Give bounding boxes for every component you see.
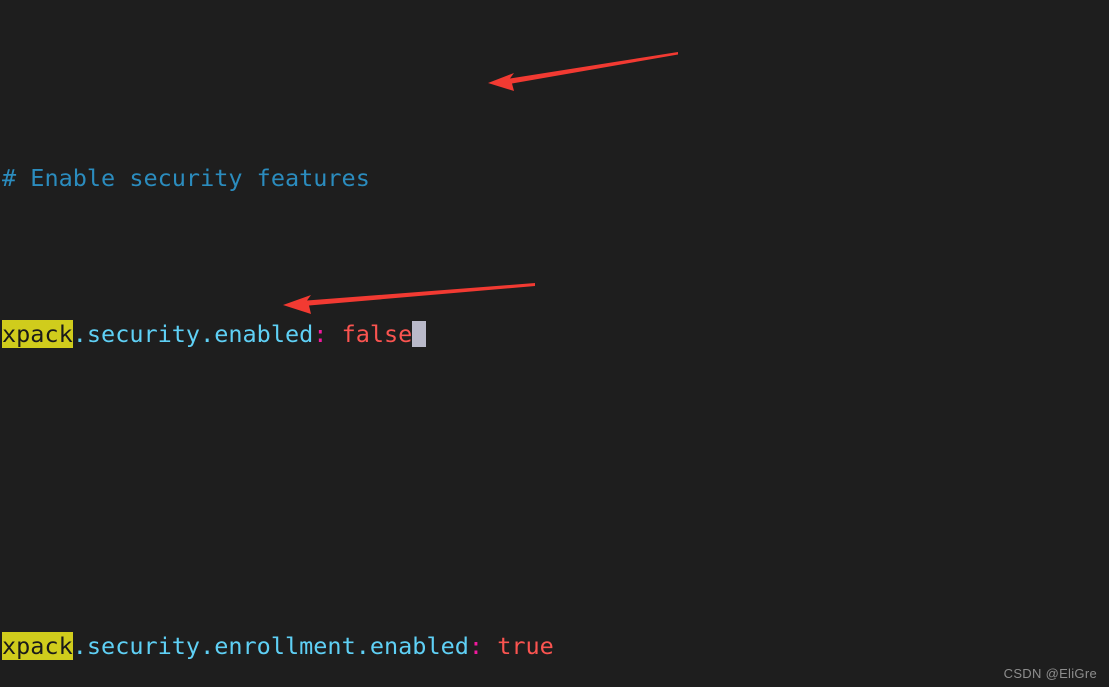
yaml-value: false (341, 319, 413, 348)
code-line: # Enable security features (0, 163, 1109, 194)
search-highlight-xpack: xpack (2, 631, 73, 660)
yaml-config-text[interactable]: # Enable security features xpack.securit… (0, 38, 1109, 687)
annotation-arrow-icon (283, 283, 535, 314)
colon-punct: : (313, 319, 328, 348)
code-line: xpack.security.enabled: false (0, 319, 1109, 350)
csdn-watermark: CSDN @EliGre (1003, 666, 1097, 681)
yaml-key: .security.enabled (72, 319, 314, 348)
yaml-value: true (497, 631, 554, 660)
yaml-key: .security.enrollment.enabled (72, 631, 469, 660)
comment-text: # Enable security features (2, 163, 370, 192)
colon-punct: : (468, 631, 484, 660)
annotation-arrow-icon (488, 52, 678, 91)
terminal-editor-window: # Enable security features xpack.securit… (0, 0, 1109, 687)
text-cursor (412, 320, 427, 347)
code-line: xpack.security.enrollment.enabled: true (0, 631, 1109, 662)
search-highlight-xpack: xpack (2, 319, 73, 348)
